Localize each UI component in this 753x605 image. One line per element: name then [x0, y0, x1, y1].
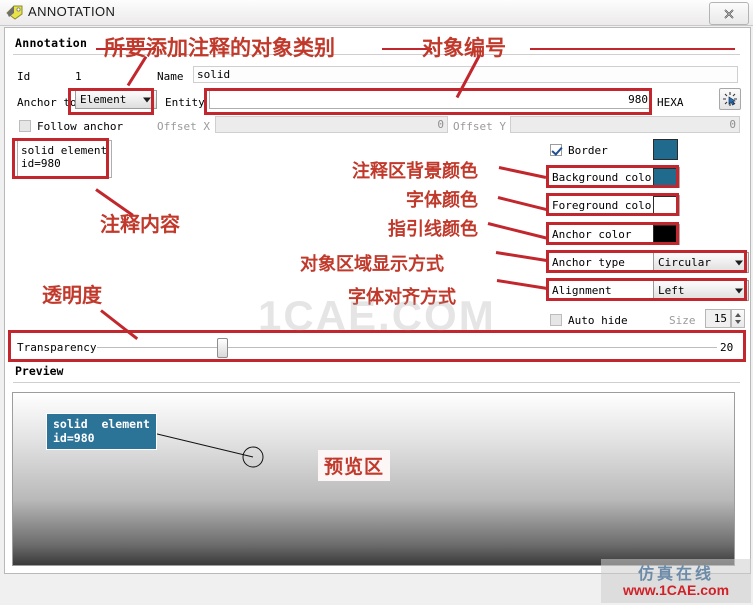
window-title: ANNOTATION	[28, 4, 116, 19]
offset-x-label: Offset X	[157, 120, 210, 133]
entity-label: Entity	[165, 96, 205, 109]
callout-object-category: 所要添加注释的对象类别	[104, 36, 335, 60]
border-label: Border	[568, 144, 608, 157]
callout-leader-color: 指引线颜色	[388, 219, 478, 240]
offset-x-input[interactable]: 0	[215, 116, 448, 133]
highlight-anchor-color	[546, 222, 679, 245]
highlight-anchor-type	[546, 250, 747, 273]
annotation-dialog: ANNOTATION Annotation Id 1 Name solid An…	[0, 0, 753, 605]
preview-label: Preview	[15, 364, 64, 378]
spinner-down-icon[interactable]	[735, 320, 741, 324]
annotation-tag-icon	[6, 5, 23, 20]
callout-preview-area: 预览区	[318, 450, 391, 481]
close-icon	[724, 8, 734, 19]
border-checkbox[interactable]	[550, 144, 562, 156]
spinner-up-icon[interactable]	[735, 313, 741, 317]
highlight-transparency	[8, 330, 746, 362]
watermark-cn: 仿真在线	[637, 563, 714, 583]
highlight-entity	[204, 88, 652, 115]
group-title: Annotation	[15, 36, 88, 50]
offset-y-value: 0	[729, 118, 736, 131]
offset-x-value: 0	[437, 118, 444, 131]
callout-annotation-content: 注释内容	[100, 212, 180, 236]
size-label: Size	[669, 314, 696, 327]
preview-divider	[13, 382, 740, 383]
callout-transparency: 透明度	[42, 283, 102, 307]
entity-type-label: HEXA	[657, 96, 684, 109]
callout-object-number: 对象编号	[422, 36, 506, 60]
highlight-alignment	[546, 278, 747, 301]
id-label: Id	[17, 70, 31, 83]
offset-y-input[interactable]: 0	[510, 116, 740, 133]
highlight-anchor-to	[68, 88, 154, 115]
callout-region-display: 对象区域显示方式	[300, 254, 444, 275]
callout-background-color: 注释区背景颜色	[352, 161, 478, 182]
name-input-value: solid	[197, 68, 231, 81]
callout-alignment-mode: 字体对齐方式	[348, 287, 456, 308]
close-button[interactable]	[709, 2, 749, 25]
size-value: 15	[713, 312, 727, 325]
auto-hide-label: Auto hide	[568, 314, 628, 327]
auto-hide-checkbox[interactable]	[550, 314, 562, 326]
follow-anchor-checkbox[interactable]	[19, 120, 31, 132]
follow-anchor-label: Follow anchor	[37, 120, 124, 133]
highlight-background-color	[546, 165, 679, 188]
callout-rule-right	[530, 48, 735, 50]
size-spinner[interactable]	[731, 309, 745, 328]
name-label: Name	[157, 70, 184, 83]
border-color-swatch[interactable]	[653, 139, 678, 160]
highlight-annotation-text	[12, 138, 109, 179]
preview-annotation-card: solid element id=980	[46, 413, 157, 450]
cursor-pick-icon	[723, 92, 737, 106]
title-bar: ANNOTATION	[0, 0, 753, 26]
watermark-corner: 仿真在线 www.1CAE.com	[601, 559, 751, 603]
offset-y-label: Offset Y	[453, 120, 506, 133]
highlight-foreground-color	[546, 193, 679, 216]
callout-font-color: 字体颜色	[406, 190, 478, 211]
size-input[interactable]: 15	[705, 309, 731, 328]
id-value: 1	[75, 70, 82, 83]
watermark-url: www.1CAE.com	[622, 581, 730, 598]
entity-picker-button[interactable]	[719, 88, 741, 110]
